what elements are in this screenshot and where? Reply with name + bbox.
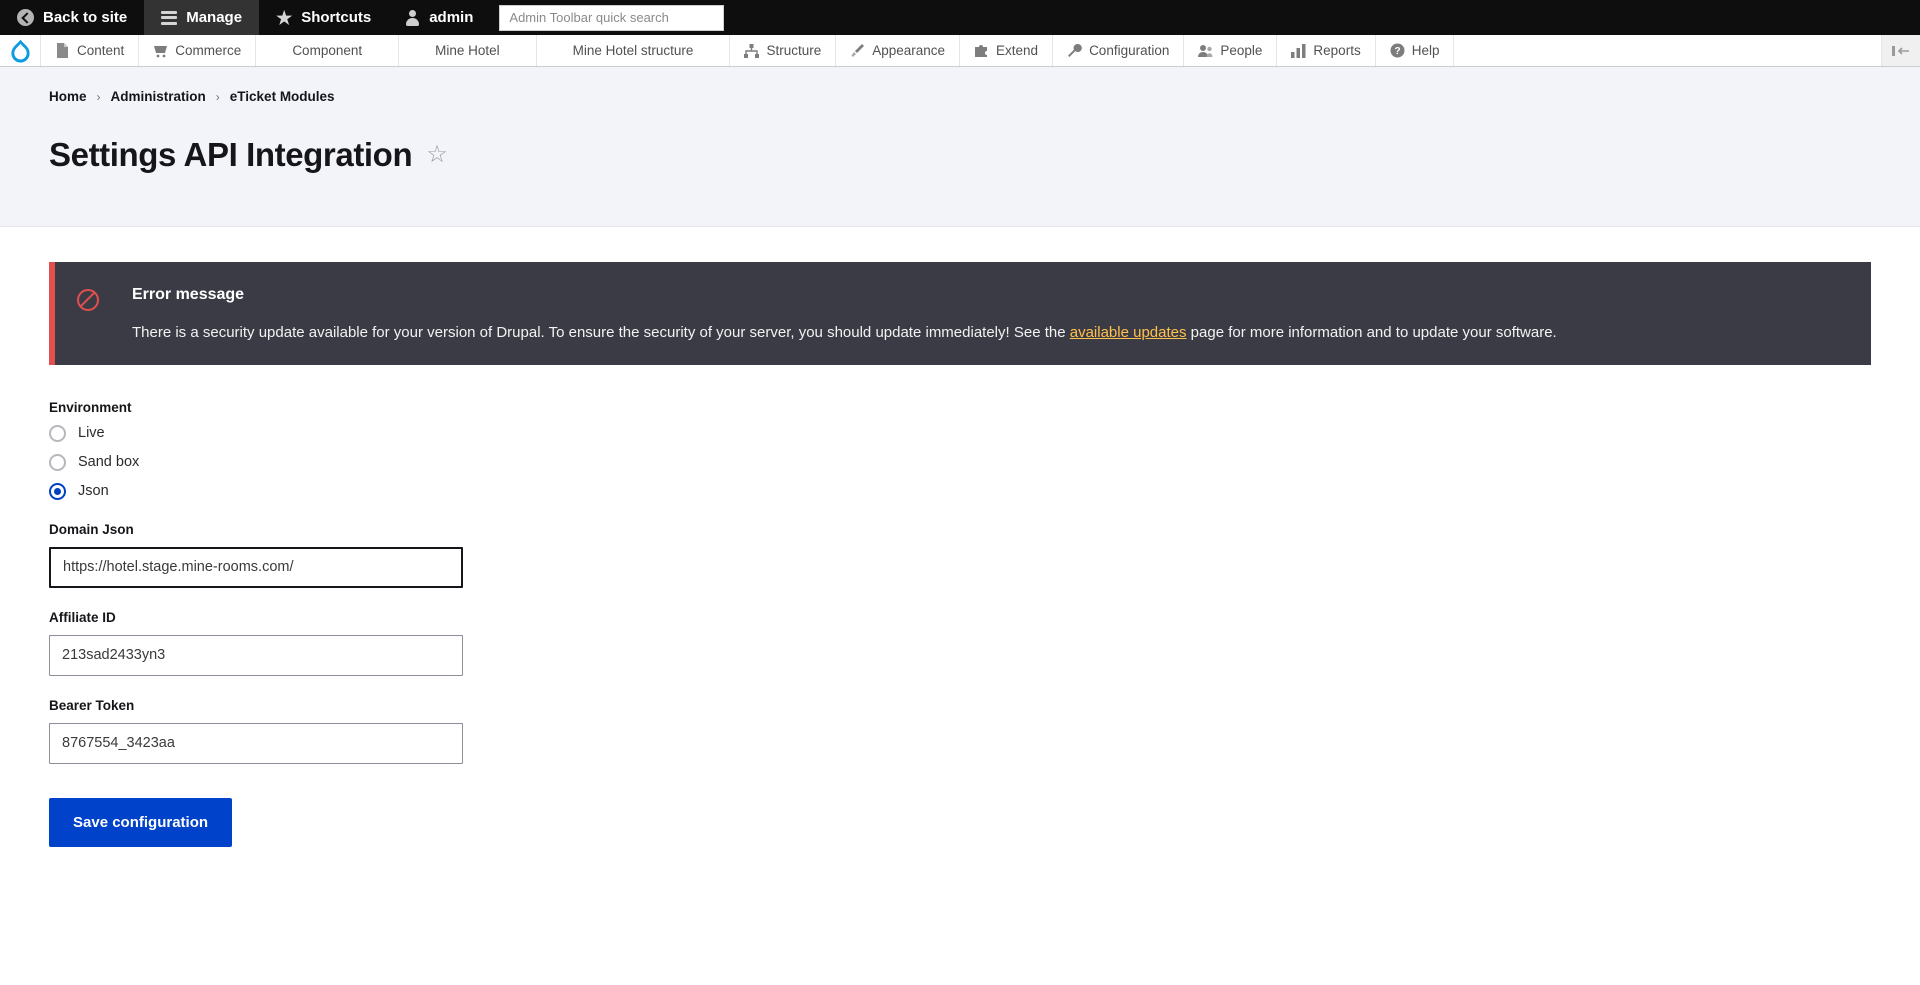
menu-item-component[interactable]: Component (256, 35, 400, 66)
user-account-tab[interactable]: admin (388, 0, 490, 35)
radio-option-live[interactable]: Live (49, 424, 1871, 442)
puzzle-icon (974, 43, 989, 58)
menu-item-extend[interactable]: Extend (960, 35, 1054, 66)
main-content: Error message There is a security update… (0, 227, 1920, 847)
bearer-token-label: Bearer Token (49, 697, 135, 713)
radio-json-label: Json (78, 483, 109, 500)
back-to-site-label: Back to site (43, 9, 128, 26)
page-title: Settings API Integration (49, 136, 413, 174)
menu-item-component-label: Component (292, 43, 363, 58)
affiliate-id-field-block: Affiliate ID (49, 610, 1871, 676)
breadcrumb-separator-icon: › (96, 89, 101, 104)
back-arrow-icon (17, 9, 34, 26)
error-message-banner: Error message There is a security update… (49, 262, 1871, 365)
admin-menu-bar: Content Commerce Component Mine Hotel Mi… (0, 35, 1920, 67)
bearer-token-field-block: Bearer Token (49, 698, 1871, 764)
bearer-token-input[interactable] (49, 722, 463, 764)
radio-live-label: Live (78, 425, 105, 442)
menu-item-configuration[interactable]: Configuration (1053, 35, 1185, 66)
toolbar-orientation-icon[interactable] (1882, 35, 1920, 66)
svg-text:?: ? (1394, 46, 1400, 57)
environment-group-label: Environment (49, 399, 132, 415)
menu-item-mine-hotel-structure[interactable]: Mine Hotel structure (537, 35, 731, 66)
error-message-title: Error message (132, 286, 245, 304)
error-circle-icon (77, 289, 99, 312)
breadcrumb: Home › Administration › eTicket Modules (49, 89, 1920, 104)
breadcrumb-eticket-modules[interactable]: eTicket Modules (230, 89, 335, 104)
menu-item-configuration-label: Configuration (1089, 43, 1170, 58)
people-icon (1198, 43, 1213, 58)
error-message-text: There is a security update available for… (132, 322, 1557, 345)
breadcrumb-home[interactable]: Home (49, 89, 87, 104)
star-outline-icon[interactable]: ☆ (426, 143, 448, 167)
available-updates-link[interactable]: available updates (1070, 324, 1187, 341)
user-account-label: admin (429, 9, 474, 26)
back-to-site-button[interactable]: Back to site (0, 0, 144, 35)
domain-json-field-block: Domain Json (49, 522, 1871, 588)
page-header: Home › Administration › eTicket Modules … (0, 67, 1920, 228)
manage-label: Manage (186, 9, 243, 26)
drupal-logo-icon[interactable] (0, 35, 41, 66)
radio-sand-box-indicator[interactable] (49, 453, 66, 471)
menu-item-help[interactable]: ? Help (1376, 35, 1455, 66)
save-configuration-button[interactable]: Save configuration (49, 797, 233, 847)
admin-toolbar-search-input[interactable] (499, 4, 725, 31)
affiliate-id-label: Affiliate ID (49, 609, 116, 625)
shortcuts-tab[interactable]: ★ Shortcuts (259, 0, 388, 35)
admin-toolbar: Back to site Manage ★ Shortcuts admin (0, 0, 1920, 35)
menu-item-mine-hotel-structure-label: Mine Hotel structure (572, 43, 694, 58)
radio-sand-box-label: Sand box (78, 454, 140, 471)
error-text-before: There is a security update available for… (132, 324, 1070, 342)
structure-icon (744, 43, 760, 58)
menu-item-mine-hotel-label: Mine Hotel (435, 43, 500, 58)
menu-item-commerce[interactable]: Commerce (139, 35, 257, 66)
api-settings-form: Environment Live Sand box Json Domain Js… (49, 365, 1871, 847)
menu-item-mine-hotel[interactable]: Mine Hotel (399, 35, 537, 66)
radio-option-sand-box[interactable]: Sand box (49, 453, 1871, 471)
menu-item-commerce-label: Commerce (175, 43, 242, 58)
wrench-icon (1067, 43, 1082, 58)
radio-option-json[interactable]: Json (49, 482, 1871, 500)
user-icon (405, 9, 420, 26)
error-text-after: page for more information and to update … (1186, 324, 1557, 342)
menu-bar-spacer (1454, 35, 1882, 66)
breadcrumb-separator-icon: › (215, 89, 220, 104)
menu-item-extend-label: Extend (996, 43, 1039, 58)
menu-item-people[interactable]: People (1184, 35, 1278, 66)
hamburger-icon (161, 10, 178, 25)
manage-tab[interactable]: Manage (144, 0, 260, 35)
error-message-body: Error message There is a security update… (132, 280, 1557, 345)
menu-item-help-label: Help (1411, 43, 1440, 58)
menu-item-reports[interactable]: Reports (1277, 35, 1376, 66)
domain-json-input[interactable] (49, 546, 463, 588)
radio-json-indicator[interactable] (49, 482, 66, 500)
menu-item-structure-label: Structure (766, 43, 822, 58)
menu-item-structure[interactable]: Structure (730, 35, 837, 66)
brush-icon (850, 43, 865, 58)
menu-item-appearance[interactable]: Appearance (836, 35, 961, 66)
star-icon: ★ (276, 7, 293, 28)
shortcuts-label: Shortcuts (301, 9, 372, 26)
affiliate-id-input[interactable] (49, 634, 463, 676)
breadcrumb-administration[interactable]: Administration (111, 89, 206, 104)
menu-item-people-label: People (1220, 43, 1263, 58)
domain-json-label: Domain Json (49, 521, 134, 537)
menu-item-appearance-label: Appearance (872, 43, 946, 58)
question-icon: ? (1390, 43, 1405, 58)
cart-icon (153, 43, 168, 58)
radio-live-indicator[interactable] (49, 424, 66, 442)
page-icon (55, 43, 70, 58)
menu-item-content-label: Content (77, 43, 125, 58)
menu-item-reports-label: Reports (1313, 43, 1361, 58)
menu-item-content[interactable]: Content (41, 35, 140, 66)
bar-chart-icon (1291, 43, 1306, 58)
page-title-row: Settings API Integration ☆ (49, 114, 1920, 196)
